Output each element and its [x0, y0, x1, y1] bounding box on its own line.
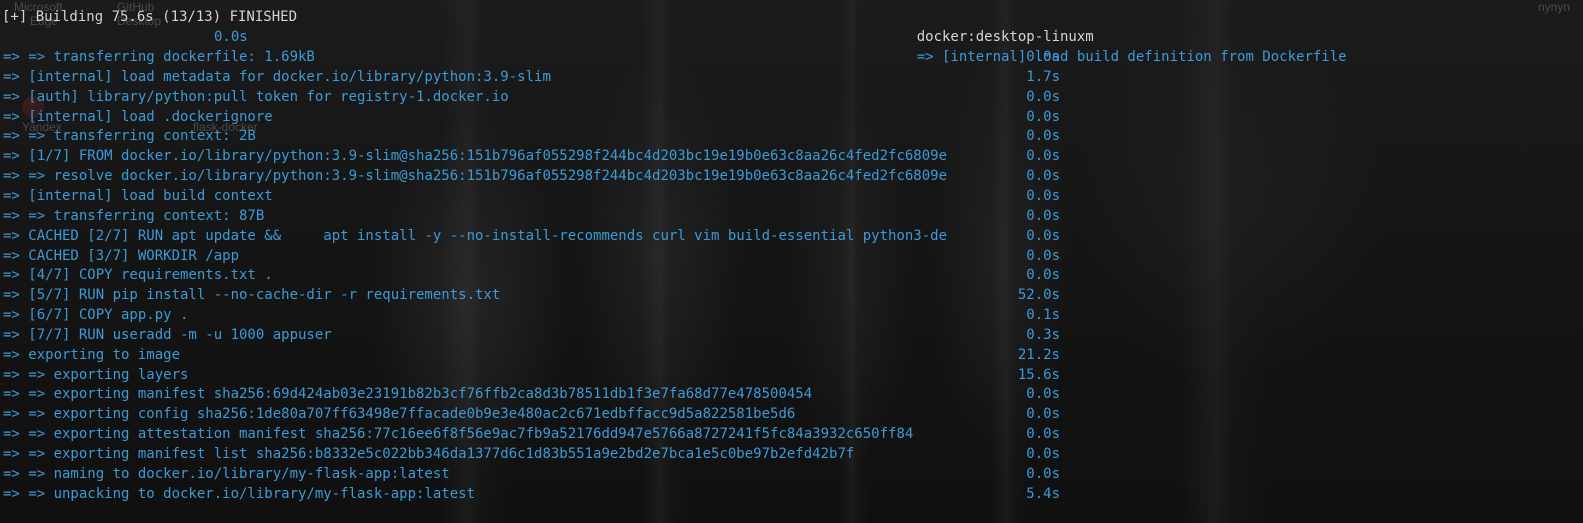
build-step-duration: 15.6s [1017, 367, 1060, 383]
build-step-duration: 0.0s [1026, 267, 1060, 283]
terminal-output[interactable]: [+] Building 75.6s (13/13) FINISHED dock… [0, 0, 1583, 523]
build-step-duration: 0.3s [1026, 327, 1060, 343]
build-step-duration: 0.0s [1026, 148, 1060, 164]
build-step-line: => exporting to image [3, 347, 181, 363]
build-step-duration: 0.0s [1026, 208, 1060, 224]
build-context-header: docker:desktop-linuxm => [internal] load… [883, 7, 1347, 65]
build-step-line: => => transferring context: 87B [3, 208, 265, 224]
build-step-line: => [1/7] FROM docker.io/library/python:3… [3, 148, 948, 164]
build-step-duration: 5.4s [1026, 486, 1060, 502]
build-step-line: => => transferring dockerfile: 1.69kB [3, 49, 315, 65]
build-step-line: => => unpacking to docker.io/library/my-… [3, 486, 476, 502]
build-step-line: => CACHED [3/7] WORKDIR /app [3, 248, 240, 264]
build-step-line: => => exporting layers [3, 367, 189, 383]
build-step-line: => => exporting config sha256:1de80a707f… [3, 406, 796, 422]
build-step-line: => [6/7] COPY app.py . [3, 307, 189, 323]
build-step-line: => => transferring context: 2B [3, 128, 256, 144]
build-step-line: => => resolve docker.io/library/python:3… [3, 168, 948, 184]
build-step-duration: 0.0s [1026, 128, 1060, 144]
build-step-duration: 0.0s [1026, 89, 1060, 105]
build-step-line: => [7/7] RUN useradd -m -u 1000 appuser [3, 327, 332, 343]
first-step-duration: 0.0s [214, 29, 248, 45]
build-step-line: => [internal] load metadata for docker.i… [3, 69, 551, 85]
build-status: [+] Building 75.6s (13/13) FINISHED [2, 9, 298, 25]
build-step-line: => => exporting manifest sha256:69d424ab… [3, 386, 813, 402]
build-step-duration: 1.7s [1026, 69, 1060, 85]
build-step-duration: 0.0s [1026, 228, 1060, 244]
build-step-line: => => exporting attestation manifest sha… [3, 426, 914, 442]
docker-context: docker:desktop-linuxm [916, 29, 1094, 45]
build-step-duration: 0.0s [1026, 406, 1060, 422]
build-step-line: => [4/7] COPY requirements.txt . [3, 267, 273, 283]
build-step-line: => [internal] load build context [3, 188, 273, 204]
build-step-duration: 0.0s [1026, 386, 1060, 402]
build-step-duration: 0.1s [1026, 307, 1060, 323]
build-step-duration: 0.0s [1026, 426, 1060, 442]
first-step-text: => [internal] load build definition from… [916, 49, 1347, 65]
build-step-duration: 0.0s [1026, 168, 1060, 184]
build-step-duration: 21.2s [1017, 347, 1060, 363]
build-step-line: => [internal] load .dockerignore [3, 109, 273, 125]
build-step-duration: 0.0s [1026, 49, 1060, 65]
build-step-line: => [5/7] RUN pip install --no-cache-dir … [3, 287, 501, 303]
build-step-duration: 0.0s [1026, 188, 1060, 204]
build-step-duration: 0.0s [1026, 109, 1060, 125]
build-step-line: => => exporting manifest list sha256:b83… [3, 446, 855, 462]
build-step-duration: 0.0s [1026, 446, 1060, 462]
build-step-line: => => naming to docker.io/library/my-fla… [3, 466, 450, 482]
build-step-duration: 52.0s [1017, 287, 1060, 303]
build-step-line: => CACHED [2/7] RUN apt update && apt in… [3, 228, 948, 244]
build-step-duration: 0.0s [1026, 248, 1060, 264]
build-step-line: => [auth] library/python:pull token for … [3, 89, 509, 105]
build-step-duration: 0.0s [1026, 466, 1060, 482]
